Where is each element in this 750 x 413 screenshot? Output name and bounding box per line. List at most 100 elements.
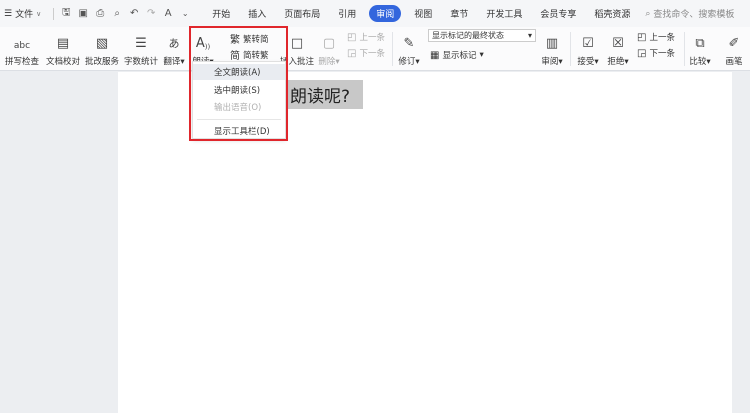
spell-check-label: 拼写检查: [4, 57, 39, 67]
reject-button[interactable]: ☒ 拒绝▾: [606, 27, 630, 71]
delete-comment-button[interactable]: ▢ 删除▾: [317, 27, 341, 71]
review-pane-button[interactable]: ▥ 审阅▾: [540, 27, 564, 71]
tab-view[interactable]: 视图: [405, 5, 441, 22]
search-icon: ⌕: [645, 8, 651, 19]
compare-button[interactable]: ⧉ 比较▾: [688, 27, 712, 71]
doc-proof-label: 文档校对: [45, 57, 80, 67]
tab-developer[interactable]: 开发工具: [477, 5, 531, 22]
show-markup-label: 显示标记: [442, 51, 477, 61]
tab-references[interactable]: 引用: [329, 5, 365, 22]
export-pdf-icon[interactable]: ▣: [77, 8, 89, 19]
simp-to-trad-label: 简转繁: [243, 50, 269, 61]
doc-proof-icon: ▤: [56, 36, 70, 51]
menu-item-show-toolbar[interactable]: 显示工具栏(D): [193, 123, 285, 139]
markup-state-select[interactable]: 显示标记的最终状态 ▾: [428, 29, 536, 42]
file-menu[interactable]: ☰ 文件 ∨: [4, 7, 47, 21]
word-count-button[interactable]: ☰ 字数统计: [123, 27, 159, 71]
compare-label: 比较▾: [689, 57, 711, 67]
batch-edit-icon: ▧: [95, 36, 109, 51]
translate-label: 翻译▾: [163, 57, 185, 67]
markup-state-value: 显示标记的最终状态: [432, 31, 504, 40]
prev-change-label: 上一条: [649, 33, 675, 43]
tab-page-layout[interactable]: 页面布局: [275, 5, 329, 22]
translate-button[interactable]: あ 翻译▾: [162, 27, 186, 71]
more-icon[interactable]: ⌄: [179, 9, 191, 18]
undo-icon[interactable]: ↶: [128, 8, 140, 19]
divider: [570, 32, 571, 66]
batch-edit-button[interactable]: ▧ 批改服务: [84, 27, 120, 71]
preview-icon[interactable]: ⌕: [111, 8, 123, 19]
tab-docer[interactable]: 稻壳资源: [585, 5, 639, 22]
delete-label: 删除▾: [318, 57, 340, 67]
divider: [53, 7, 55, 20]
delete-comment-icon: ▢: [322, 36, 336, 51]
trad-to-simp-label: 繁转简: [243, 34, 269, 45]
quick-access-toolbar: 🖫 ▣ ⎙ ⌕ ↶ ↷ A ⌄: [60, 5, 191, 22]
next-icon: ◲: [347, 47, 357, 59]
search-text: 查找命令、搜索模板: [653, 10, 735, 20]
reject-label: 拒绝▾: [607, 57, 629, 67]
word-count-icon: ☰: [135, 36, 147, 51]
redo-icon[interactable]: ↷: [145, 8, 157, 19]
prev-change-button[interactable]: ◰ 上一条: [637, 31, 675, 44]
pen-icon: ✐: [728, 36, 740, 51]
prev-comment-label: 上一条: [359, 33, 385, 43]
hamburger-icon: ☰: [4, 8, 13, 19]
doc-proof-button[interactable]: ▤ 文档校对: [45, 27, 81, 71]
convert-icon: 繁: [230, 35, 240, 46]
selected-text[interactable]: 朗读呢?: [287, 80, 363, 109]
next-change-button[interactable]: ◲ 下一条: [637, 47, 675, 60]
format-icon[interactable]: A: [162, 8, 174, 19]
search-box[interactable]: ⌕ 查找命令、搜索模板: [645, 7, 735, 21]
menu-item-read-selection[interactable]: 选中朗读(S): [193, 82, 285, 98]
tab-home[interactable]: 开始: [203, 5, 239, 22]
prev-change-icon: ◰: [637, 31, 647, 43]
review-pane-label: 审阅▾: [541, 57, 563, 67]
comment-icon: □: [290, 36, 304, 51]
next-change-label: 下一条: [649, 49, 675, 59]
save-icon[interactable]: 🖫: [60, 5, 72, 22]
menu-item-read-all[interactable]: 全文朗读(A): [193, 64, 285, 80]
chevron-down-icon: ▾: [479, 50, 484, 60]
tab-review[interactable]: 审阅: [369, 5, 402, 22]
menu-item-export-audio: 输出语音(O): [214, 103, 262, 113]
track-changes-icon: ✎: [403, 36, 415, 51]
menu-divider: [197, 119, 281, 120]
word-count-label: 字数统计: [123, 57, 158, 67]
pen-button[interactable]: ✐ 画笔: [722, 27, 746, 71]
read-aloud-icon: A)): [195, 36, 211, 51]
next-comment-button[interactable]: ◲ 下一条: [347, 47, 385, 60]
prev-comment-button[interactable]: ◰ 上一条: [347, 31, 385, 44]
read-aloud-menu: 全文朗读(A) 选中朗读(S) 输出语音(O) 显示工具栏(D): [192, 61, 286, 139]
tab-insert[interactable]: 插入: [239, 5, 275, 22]
menu-bar: ☰ 文件 ∨ 🖫 ▣ ⎙ ⌕ ↶ ↷ A ⌄ 开始 插入 页面布局 引用 审阅 …: [0, 0, 750, 27]
chevron-down-icon: ▾: [527, 31, 532, 40]
trad-to-simp-button[interactable]: 繁 繁转简: [230, 31, 269, 47]
accept-button[interactable]: ☑ 接受▾: [576, 27, 600, 71]
tab-section[interactable]: 章节: [441, 5, 477, 22]
chevron-down-icon: ∨: [36, 9, 42, 18]
ribbon-tabs: 开始 插入 页面布局 引用 审阅 视图 章节 开发工具 会员专享 稻壳资源: [203, 5, 639, 22]
simp-to-trad-button[interactable]: 简 简转繁: [230, 47, 269, 63]
show-markup-button[interactable]: ▦ 显示标记 ▾: [430, 49, 484, 62]
accept-label: 接受▾: [577, 57, 599, 67]
track-changes-button[interactable]: ✎ 修订▾: [397, 27, 421, 71]
track-changes-label: 修订▾: [398, 57, 420, 67]
next-change-icon: ◲: [637, 47, 647, 59]
print-icon[interactable]: ⎙: [94, 8, 106, 19]
next-comment-label: 下一条: [359, 49, 385, 59]
convert-icon: 简: [230, 51, 240, 62]
compare-icon: ⧉: [695, 36, 705, 51]
spell-check-button[interactable]: abc 拼写检查: [2, 27, 42, 71]
divider: [684, 32, 685, 66]
divider: [392, 32, 393, 66]
prev-icon: ◰: [347, 31, 357, 43]
show-markup-icon: ▦: [430, 49, 440, 61]
pen-label: 画笔: [725, 57, 743, 67]
file-label: 文件: [15, 10, 34, 20]
ribbon: abc 拼写检查 ▤ 文档校对 ▧ 批改服务 ☰ 字数统计 あ 翻译▾ A)) …: [0, 27, 750, 71]
accept-icon: ☑: [582, 36, 594, 51]
batch-edit-label: 批改服务: [84, 57, 119, 67]
reject-icon: ☒: [612, 36, 624, 51]
tab-member[interactable]: 会员专享: [531, 5, 585, 22]
